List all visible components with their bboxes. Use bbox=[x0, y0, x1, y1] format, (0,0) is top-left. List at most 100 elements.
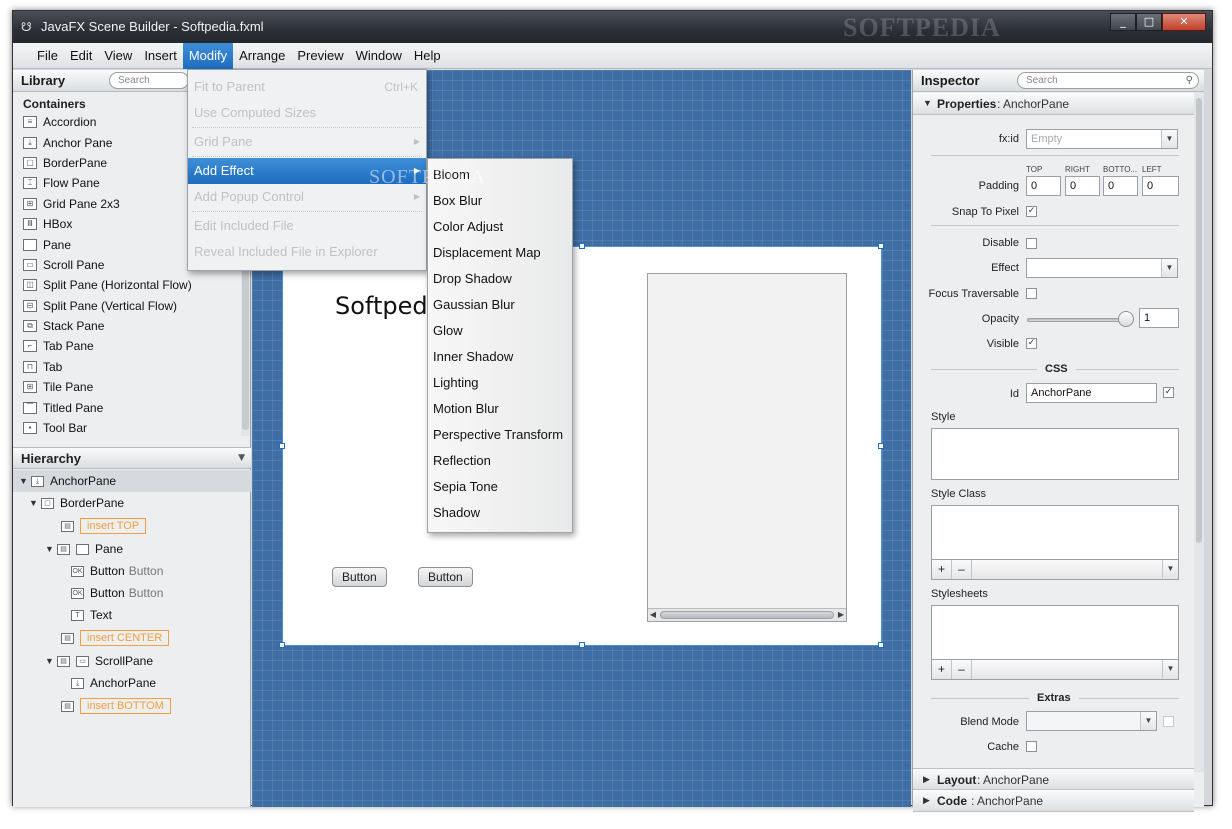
effect-perspective-transform[interactable]: Perspective Transform bbox=[428, 422, 572, 448]
focus-traversable-checkbox[interactable] bbox=[1026, 288, 1037, 299]
menu-modify[interactable]: Modify bbox=[182, 43, 234, 69]
chevron-down-icon[interactable]: ▼ bbox=[238, 453, 245, 463]
effect-combo[interactable]: ▼ bbox=[1026, 258, 1178, 278]
padding-top-field[interactable]: 0 bbox=[1026, 176, 1061, 196]
add-style-class-button[interactable]: + bbox=[932, 560, 952, 579]
effect-lighting[interactable]: Lighting bbox=[428, 370, 572, 396]
opacity-slider-thumb[interactable] bbox=[1118, 311, 1134, 327]
inspector-scrollbar[interactable] bbox=[1194, 92, 1204, 772]
blend-mode-combo[interactable]: ▼ bbox=[1026, 711, 1157, 731]
effect-reflection[interactable]: Reflection bbox=[428, 448, 572, 474]
tree-row[interactable]: ▤ insert CENTER bbox=[61, 627, 170, 649]
anchor-pane-root[interactable]: Softpedia Button Button ◀ ▶ bbox=[279, 243, 884, 648]
tree-row[interactable]: ▼ ⤓ AnchorPane bbox=[13, 470, 251, 492]
library-item[interactable]: ◫ Split Pane (Horizontal Flow) bbox=[23, 275, 241, 295]
library-item[interactable]: ▔ Titled Pane bbox=[23, 397, 241, 417]
properties-section-header[interactable]: ▼ Properties : AnchorPane bbox=[913, 93, 1194, 115]
code-section-header[interactable]: ▶ Code : AnchorPane bbox=[913, 790, 1194, 812]
effect-drop-shadow[interactable]: Drop Shadow bbox=[428, 266, 572, 292]
maximize-button[interactable]: □ bbox=[1136, 13, 1162, 31]
menu-item-fit-to-parent[interactable]: Fit to Parent Ctrl+K bbox=[188, 74, 426, 100]
effect-glow[interactable]: Glow bbox=[428, 318, 572, 344]
menu-help[interactable]: Help bbox=[408, 43, 447, 69]
id-sync-checkbox[interactable]: ✓ bbox=[1163, 387, 1174, 398]
tree-row[interactable]: OK Button Button bbox=[71, 582, 163, 604]
padding-right-field[interactable]: 0 bbox=[1065, 176, 1100, 196]
expand-triangle-icon[interactable]: ▼ bbox=[19, 476, 31, 486]
padding-left-field[interactable]: 0 bbox=[1142, 176, 1179, 196]
canvas-button-2[interactable]: Button bbox=[418, 567, 473, 587]
library-item[interactable]: ⌐ Tab Pane bbox=[23, 336, 241, 356]
scroll-right-icon[interactable]: ▶ bbox=[836, 609, 846, 621]
stylesheets-list[interactable] bbox=[931, 605, 1179, 660]
close-button[interactable]: ✕ bbox=[1162, 13, 1206, 31]
library-search-input[interactable]: Search bbox=[109, 72, 189, 89]
opacity-slider-track[interactable] bbox=[1027, 318, 1127, 322]
scroll-pane-node[interactable]: ◀ ▶ bbox=[647, 273, 847, 622]
effect-inner-shadow[interactable]: Inner Shadow bbox=[428, 344, 572, 370]
effect-color-adjust[interactable]: Color Adjust bbox=[428, 214, 572, 240]
remove-stylesheet-button[interactable]: – bbox=[952, 660, 972, 679]
menu-insert[interactable]: Insert bbox=[138, 43, 183, 69]
inspector-search-input[interactable]: Search ⚲ bbox=[1017, 72, 1199, 89]
effect-sepia-tone[interactable]: Sepia Tone bbox=[428, 474, 572, 500]
effect-box-blur[interactable]: Box Blur bbox=[428, 188, 572, 214]
resize-handle[interactable] bbox=[279, 642, 285, 648]
chevron-down-icon[interactable]: ▼ bbox=[1162, 660, 1178, 678]
insert-placeholder[interactable]: insert TOP bbox=[80, 518, 147, 534]
tree-row[interactable]: ⤓ AnchorPane bbox=[71, 672, 156, 694]
visible-checkbox[interactable]: ✓ bbox=[1026, 338, 1037, 349]
menu-view[interactable]: View bbox=[98, 43, 138, 69]
effect-motion-blur[interactable]: Motion Blur bbox=[428, 396, 572, 422]
menu-item-edit-included-file[interactable]: Edit Included File bbox=[188, 213, 426, 239]
opacity-field[interactable]: 1 bbox=[1139, 308, 1179, 328]
tree-row[interactable]: ▤ insert TOP bbox=[61, 515, 147, 537]
scroll-thumb[interactable] bbox=[660, 611, 834, 619]
disable-checkbox[interactable] bbox=[1026, 238, 1037, 249]
snap-to-pixel-checkbox[interactable]: ✓ bbox=[1026, 206, 1037, 217]
library-item[interactable]: ⊓ Tab bbox=[23, 357, 241, 377]
library-item[interactable]: ▪ Tool Bar bbox=[23, 418, 241, 438]
resize-handle[interactable] bbox=[279, 443, 285, 449]
menu-file[interactable]: File bbox=[31, 43, 64, 69]
layout-section-header[interactable]: ▶ Layout : AnchorPane bbox=[913, 768, 1194, 790]
tree-row[interactable]: ▼ ▤ Pane bbox=[45, 538, 123, 560]
menu-item-reveal-included-file[interactable]: Reveal Included File in Explorer bbox=[188, 239, 426, 265]
resize-handle[interactable] bbox=[878, 443, 884, 449]
resize-handle[interactable] bbox=[878, 642, 884, 648]
menu-arrange[interactable]: Arrange bbox=[233, 43, 291, 69]
effect-displacement-map[interactable]: Displacement Map bbox=[428, 240, 572, 266]
resize-handle[interactable] bbox=[579, 243, 585, 249]
menu-preview[interactable]: Preview bbox=[291, 43, 349, 69]
expand-triangle-icon[interactable]: ▼ bbox=[45, 656, 57, 666]
insert-placeholder[interactable]: insert BOTTOM bbox=[80, 698, 171, 714]
scroll-left-icon[interactable]: ◀ bbox=[648, 609, 658, 621]
menu-window[interactable]: Window bbox=[350, 43, 408, 69]
id-field[interactable]: AnchorPane bbox=[1026, 383, 1157, 403]
resize-handle[interactable] bbox=[878, 243, 884, 249]
menu-item-grid-pane[interactable]: Grid Pane ▶ bbox=[188, 129, 426, 155]
library-item[interactable]: ⊞ Tile Pane bbox=[23, 377, 241, 397]
library-item[interactable]: ⊟ Split Pane (Vertical Flow) bbox=[23, 296, 241, 316]
horizontal-scrollbar[interactable]: ◀ ▶ bbox=[648, 608, 846, 621]
canvas-button-1[interactable]: Button bbox=[332, 567, 387, 587]
remove-style-class-button[interactable]: – bbox=[952, 560, 972, 579]
tree-row[interactable]: OK Button Button bbox=[71, 560, 163, 582]
tree-row[interactable]: ▼ ▢ BorderPane bbox=[29, 492, 124, 514]
fxid-combo[interactable]: Empty ▼ bbox=[1026, 129, 1178, 149]
padding-bottom-field[interactable]: 0 bbox=[1103, 176, 1138, 196]
effect-shadow[interactable]: Shadow bbox=[428, 500, 572, 526]
tree-row[interactable]: ▼ ▤ ▭ ScrollPane bbox=[45, 650, 153, 672]
menu-item-use-computed-sizes[interactable]: Use Computed Sizes bbox=[188, 100, 426, 126]
chevron-down-icon[interactable]: ▼ bbox=[1162, 560, 1178, 578]
style-class-list[interactable] bbox=[931, 505, 1179, 560]
scroll-thumb[interactable] bbox=[1196, 98, 1202, 543]
insert-placeholder[interactable]: insert CENTER bbox=[80, 630, 170, 646]
effect-gaussian-blur[interactable]: Gaussian Blur bbox=[428, 292, 572, 318]
add-stylesheet-button[interactable]: + bbox=[932, 660, 952, 679]
library-item[interactable]: ⧉ Stack Pane bbox=[23, 316, 241, 336]
blend-mode-checkbox[interactable] bbox=[1163, 716, 1174, 727]
expand-triangle-icon[interactable]: ▼ bbox=[45, 544, 57, 554]
minimize-button[interactable]: _ bbox=[1110, 13, 1136, 31]
style-textarea[interactable] bbox=[931, 428, 1179, 480]
